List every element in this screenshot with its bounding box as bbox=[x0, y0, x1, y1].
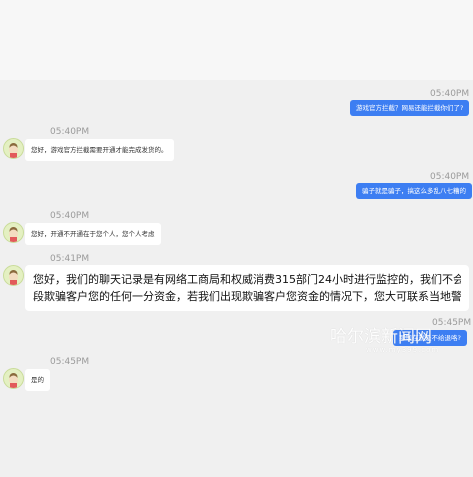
avatar-icon[interactable] bbox=[3, 138, 24, 159]
outgoing-message[interactable]: 游戏官方拦截？网易还能拦截你们了? bbox=[350, 100, 470, 116]
message-line: 段欺骗客户您的任何一分资金，若我们出现欺骗客户您资金的情况下，您大可联系当地警方… bbox=[33, 290, 461, 303]
avatar-icon[interactable] bbox=[3, 265, 24, 286]
watermark: 哈尔滨新闻网 www.my399.com bbox=[330, 322, 470, 362]
avatar-icon[interactable] bbox=[3, 368, 24, 389]
timestamp: 05:45PM bbox=[50, 357, 90, 367]
timestamp: 05:40PM bbox=[430, 172, 470, 182]
avatar-icon[interactable] bbox=[3, 222, 24, 243]
timestamp: 05:40PM bbox=[430, 89, 470, 99]
watermark-title: 哈尔滨新闻网 bbox=[330, 327, 432, 347]
timestamp: 05:41PM bbox=[50, 254, 90, 264]
top-bar bbox=[0, 0, 473, 80]
watermark-subtitle: www.my399.com bbox=[366, 346, 440, 354]
timestamp: 05:40PM bbox=[50, 127, 90, 137]
message-line: 您好，我们的聊天记录是有网络工商局和权威消费315部门24小时进行监控的，我们不… bbox=[33, 273, 461, 286]
incoming-message[interactable]: 您好，游戏官方拦截需要开通才能完成发货的。 bbox=[25, 139, 174, 161]
outgoing-message[interactable]: 骗子就是骗子，搞这么多乱八七糟的 bbox=[356, 183, 472, 199]
incoming-message[interactable]: 是的 bbox=[25, 369, 50, 391]
incoming-message[interactable]: 您好，开通不开通在于您个人，您个人考虑 bbox=[25, 223, 161, 245]
timestamp: 05:40PM bbox=[50, 211, 90, 221]
incoming-message-long[interactable]: 您好，我们的聊天记录是有网络工商局和权威消费315部门24小时进行监控的，我们不… bbox=[25, 265, 469, 311]
